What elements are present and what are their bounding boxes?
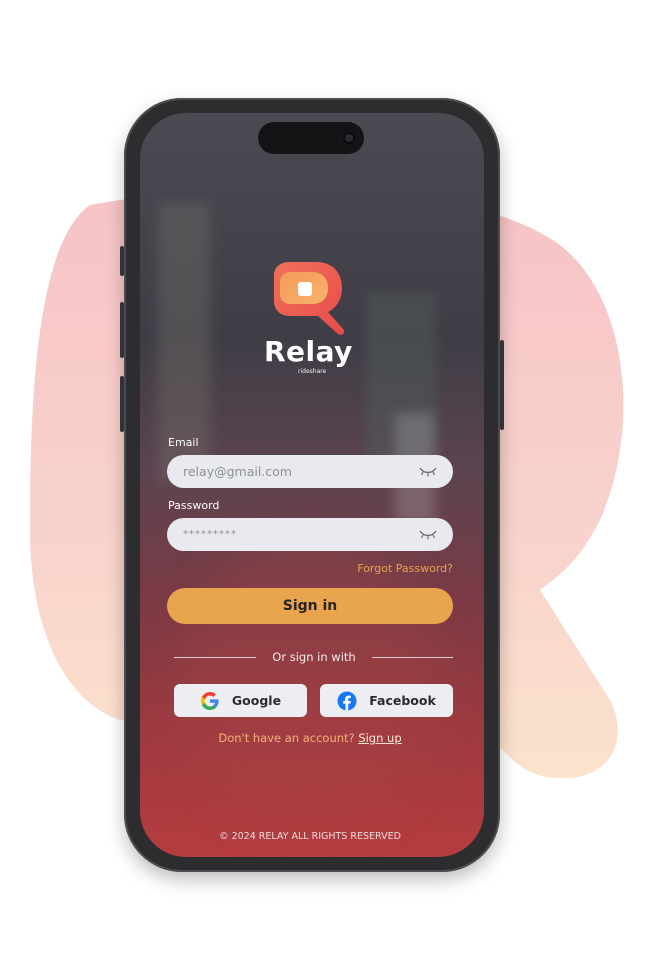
facebook-sign-in-button[interactable]: Facebook — [320, 684, 453, 717]
email-field[interactable]: relay@gmail.com — [167, 455, 453, 488]
google-label: Google — [231, 693, 282, 708]
brand-name: Relay — [264, 335, 353, 368]
sign-in-button[interactable]: Sign in — [167, 588, 453, 624]
divider-right — [372, 657, 453, 658]
sign-up-link[interactable]: Sign up — [358, 731, 401, 745]
facebook-label: Facebook — [369, 693, 436, 708]
brand-tagline: rideshare — [298, 368, 327, 375]
password-label: Password — [168, 499, 220, 512]
phone-side-button — [500, 340, 504, 430]
email-label: Email — [168, 436, 199, 449]
or-sign-in-with-text: Or sign in with — [272, 650, 356, 664]
google-sign-in-button[interactable]: Google — [174, 684, 307, 717]
signup-prompt: Don't have an account? Sign up — [160, 731, 460, 745]
background-photo — [180, 533, 440, 833]
relay-logo-icon — [274, 262, 345, 335]
email-value: relay@gmail.com — [183, 464, 292, 479]
google-icon — [200, 691, 219, 710]
password-field[interactable]: ********* — [167, 518, 453, 551]
password-value: ********* — [183, 529, 237, 540]
divider-left — [174, 657, 256, 658]
forgot-password-link[interactable]: Forgot Password? — [357, 562, 453, 575]
eye-closed-icon[interactable] — [419, 465, 437, 477]
facebook-icon — [337, 691, 357, 710]
copyright-footer: © 2024 RELAY ALL RIGHTS RESERVED — [219, 831, 401, 842]
signup-prompt-text: Don't have an account? — [218, 731, 355, 745]
eye-closed-icon[interactable] — [419, 528, 437, 540]
front-camera — [345, 134, 353, 142]
